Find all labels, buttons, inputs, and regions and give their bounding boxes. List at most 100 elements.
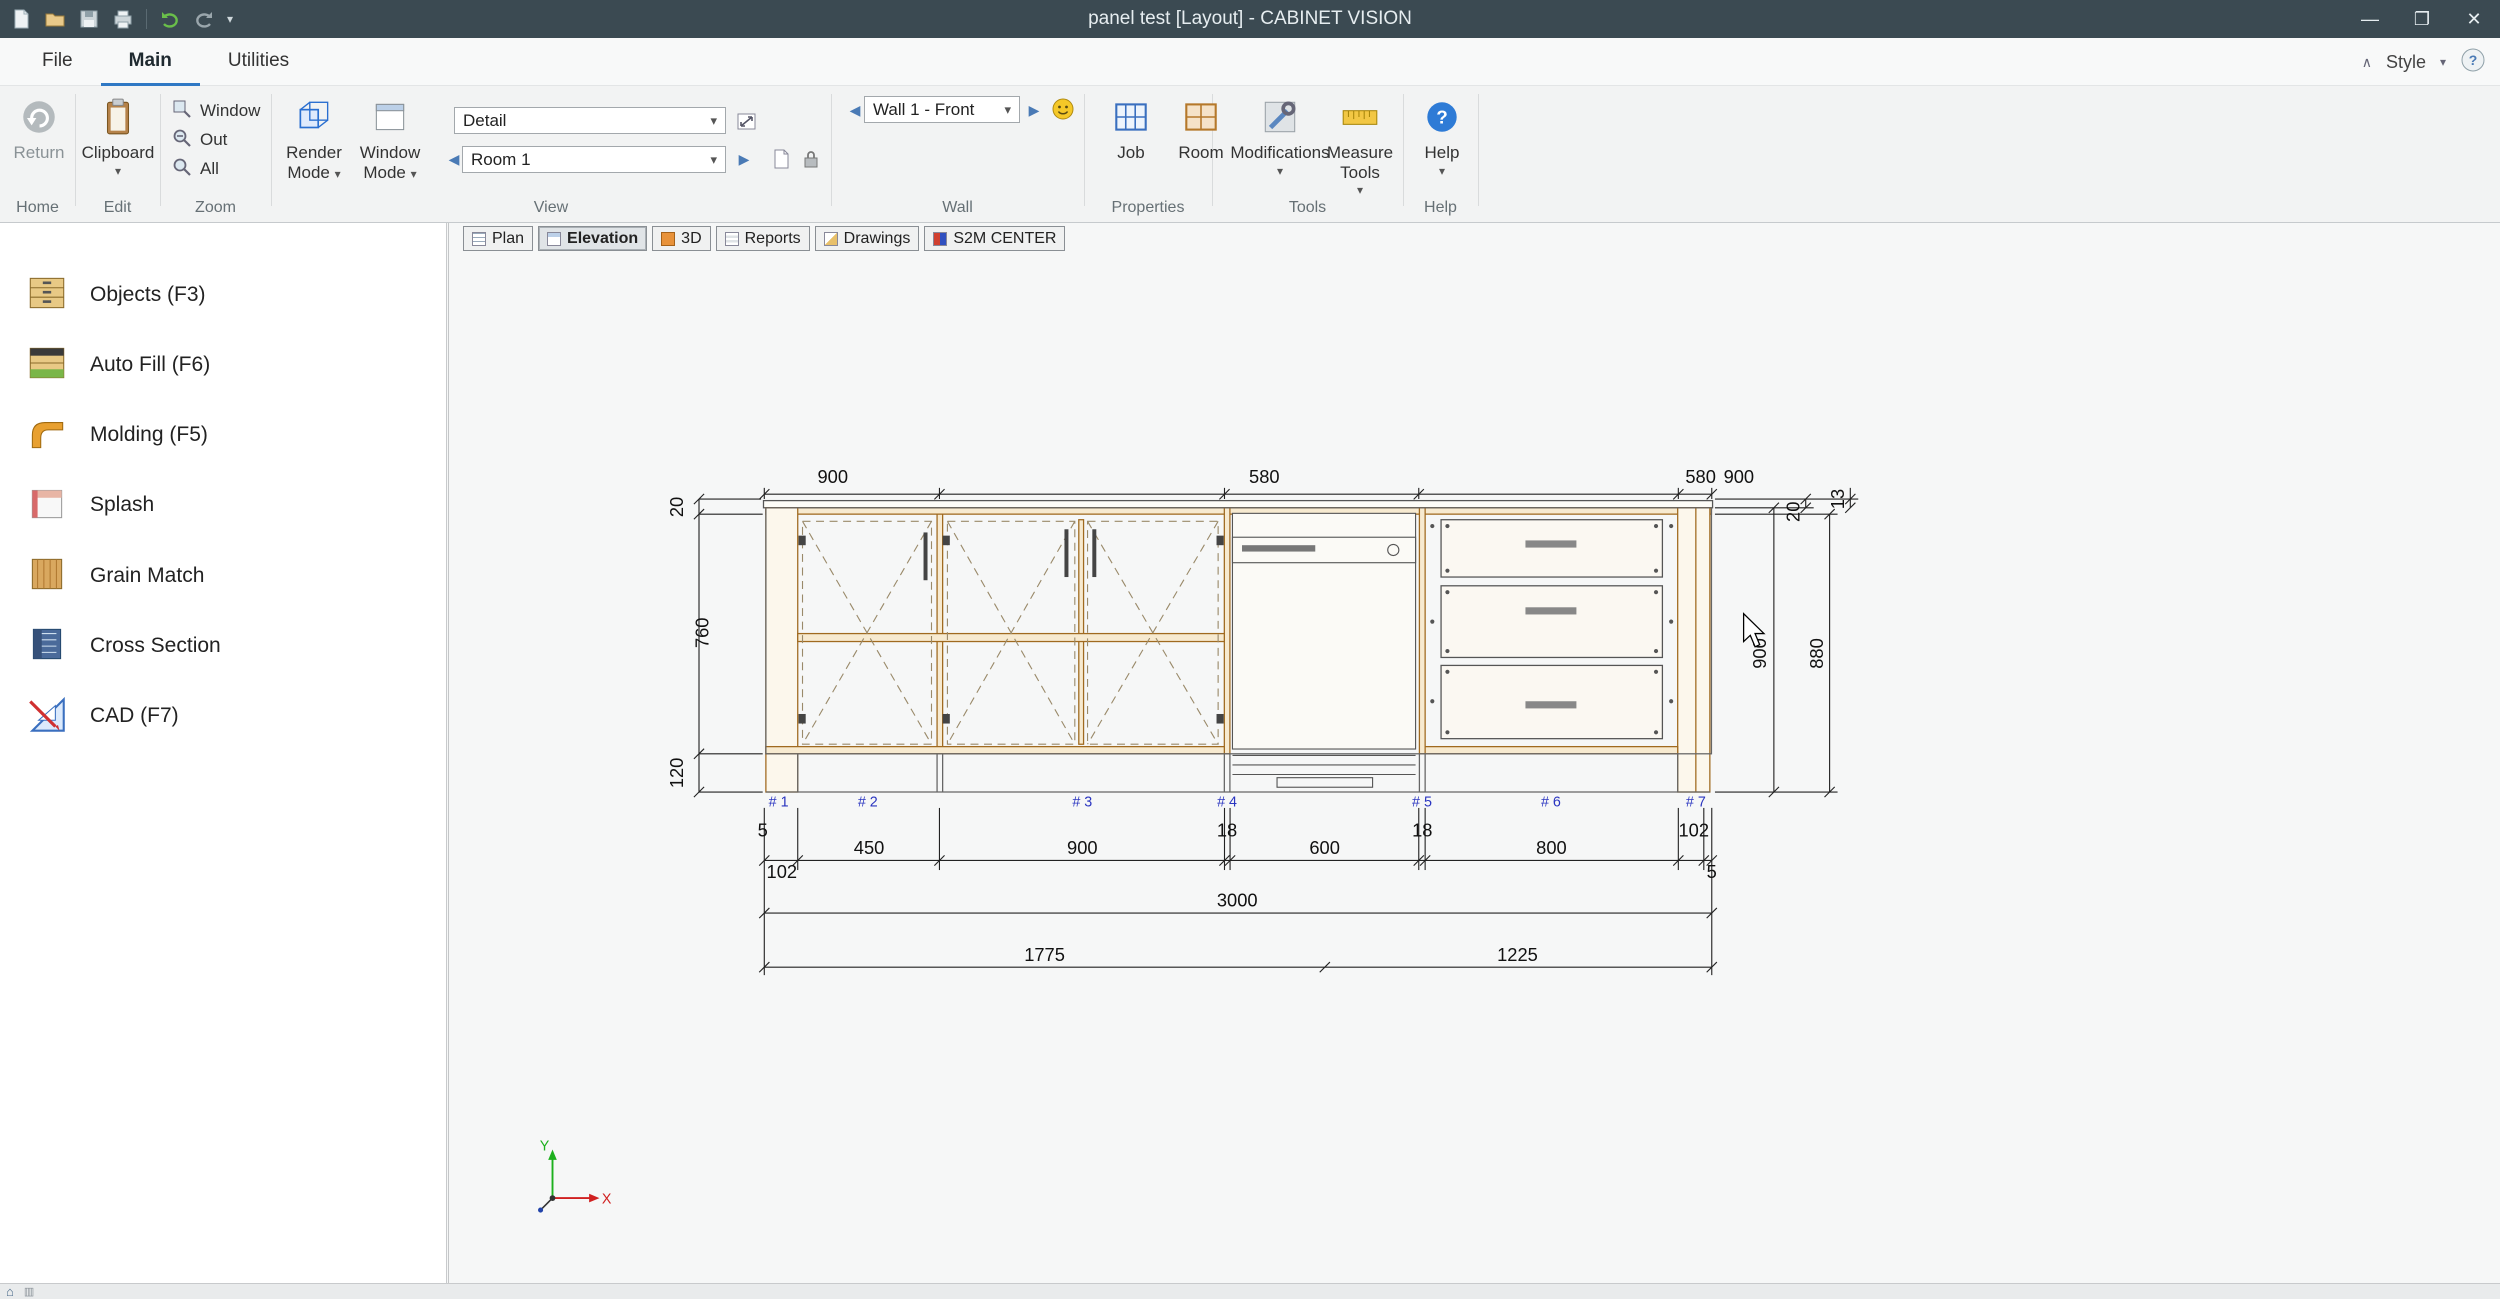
style-label[interactable]: Style <box>2386 52 2426 73</box>
close-button[interactable]: ✕ <box>2448 0 2500 38</box>
wall-select[interactable]: Wall 1 - Front ▾ <box>864 96 1020 123</box>
elevation-drawing[interactable]: 900 580 580 900 20 760 120 900 20 880 13… <box>449 223 2500 1283</box>
view-tab-reports[interactable]: Reports <box>716 226 810 251</box>
view-tab-label: Drawings <box>844 230 911 248</box>
help-button[interactable]: ? Help ▾ <box>1412 94 1472 176</box>
axis-x-label: X <box>602 1192 612 1208</box>
modifications-button[interactable]: Modifications ▾ <box>1228 94 1332 176</box>
render-mode-button[interactable]: Render Mode ▾ <box>278 94 350 182</box>
toolbar-options-icon[interactable]: ▾ <box>227 12 233 26</box>
cabinet-numbers: # 1 # 2 # 3 # 4 # 5 # 6 # 7 <box>769 794 1706 810</box>
view-tab-elevation[interactable]: Elevation <box>538 226 647 251</box>
job-button[interactable]: Job <box>1100 94 1162 163</box>
ribbon-separator <box>160 94 161 206</box>
modifications-label: Modifications <box>1230 143 1329 162</box>
sidebar-item-molding[interactable]: Molding (F5) <box>0 400 446 470</box>
home-icon[interactable]: ⌂ <box>6 1284 14 1299</box>
sidebar-item-cad[interactable]: CAD (F7) <box>0 681 446 751</box>
zoom-all-label: All <box>200 159 219 179</box>
help-circle-icon[interactable]: ? <box>2460 47 2486 78</box>
zoom-window-button[interactable]: Window <box>172 98 260 124</box>
room-select[interactable]: Room 1 ▾ <box>462 146 726 173</box>
modifications-icon <box>1259 94 1301 140</box>
sidebar-item-label: CAD (F7) <box>90 704 179 728</box>
wall-select-value: Wall 1 - Front <box>873 100 998 120</box>
wall-prev-icon[interactable]: ◀ <box>845 99 865 121</box>
zoom-out-button[interactable]: Out <box>172 127 227 153</box>
undo-icon[interactable] <box>159 8 181 30</box>
drawing-canvas[interactable]: 900 580 580 900 20 760 120 900 20 880 13… <box>448 223 2500 1283</box>
sidebar-item-objects[interactable]: Objects (F3) <box>0 260 446 330</box>
grain-match-icon <box>24 551 70 602</box>
view-tab-drawings[interactable]: Drawings <box>815 226 920 251</box>
cab-num-5: # 5 <box>1412 794 1432 810</box>
dim-bot-900: 900 <box>1067 837 1098 858</box>
minimize-button[interactable]: — <box>2344 0 2396 38</box>
window-mode-button[interactable]: Window Mode ▾ <box>352 94 428 182</box>
sidebar-item-splash[interactable]: Splash <box>0 470 446 540</box>
group-label-tools: Tools <box>1212 199 1403 217</box>
dim-bot-5: 5 <box>758 820 768 841</box>
new-file-icon[interactable] <box>10 8 32 30</box>
save-icon[interactable] <box>78 8 100 30</box>
view-tab-s2m-center[interactable]: S2M CENTER <box>924 226 1065 251</box>
countertop <box>763 501 1712 508</box>
dim-bot-102b: 102 <box>767 861 798 882</box>
dishwasher-handle <box>1242 545 1315 551</box>
svg-text:?: ? <box>2469 52 2478 68</box>
layout-grid-icon[interactable]: ▥ <box>24 1285 34 1298</box>
lock-icon[interactable] <box>798 146 824 172</box>
door-hardware <box>799 529 1224 723</box>
room-button[interactable]: Room <box>1168 94 1234 163</box>
open-file-icon[interactable] <box>44 8 66 30</box>
clipboard-icon <box>97 94 139 140</box>
wall-next-icon[interactable]: ▶ <box>1024 99 1044 121</box>
room-prev-icon[interactable]: ◀ <box>444 148 464 170</box>
sidebar-item-cross-section[interactable]: Cross Section <box>0 611 446 681</box>
clipboard-button[interactable]: Clipboard ▾ <box>80 94 156 176</box>
print-icon[interactable] <box>112 8 134 30</box>
fit-view-icon[interactable] <box>734 108 760 134</box>
smiley-icon[interactable] <box>1050 96 1076 122</box>
view-tab-plan[interactable]: Plan <box>463 226 533 251</box>
new-page-icon[interactable] <box>768 146 794 172</box>
reports-tab-icon <box>725 232 739 246</box>
ribbon-separator <box>1084 94 1085 206</box>
dim-left-120: 120 <box>666 758 687 789</box>
chevron-down-icon: ▾ <box>710 152 717 168</box>
sidebar-item-grain-match[interactable]: Grain Match <box>0 541 446 611</box>
maximize-button[interactable]: ❐ <box>2396 0 2448 38</box>
dropdown-arrow-icon: ▾ <box>1439 166 1445 176</box>
group-label-home: Home <box>0 199 75 217</box>
room-next-icon[interactable]: ▶ <box>734 148 754 170</box>
auto-fill-icon <box>24 340 70 391</box>
dim-left-20: 20 <box>666 497 687 517</box>
3d-tab-icon <box>661 232 675 246</box>
detail-select[interactable]: Detail ▾ <box>454 107 726 134</box>
sidebar-item-autofill[interactable]: Auto Fill (F6) <box>0 330 446 400</box>
ribbon-tab-bar: File Main Utilities ∧ Style ▾ ? <box>0 38 2500 86</box>
cab-num-1: # 1 <box>769 794 789 810</box>
tab-main[interactable]: Main <box>101 38 200 86</box>
dim-right-20: 20 <box>1782 502 1803 522</box>
window-mode-icon <box>369 94 411 140</box>
zoom-out-icon <box>172 128 192 153</box>
quick-access-toolbar: ▾ <box>10 0 233 38</box>
measure-tools-button[interactable]: Measure Tools ▾ <box>1318 94 1402 195</box>
room-icon <box>1180 94 1222 140</box>
chevron-down-icon: ▾ <box>710 113 717 129</box>
style-dropdown-icon[interactable]: ▾ <box>2440 55 2446 69</box>
view-tab-label: 3D <box>681 230 701 248</box>
splash-icon <box>24 480 70 531</box>
tab-file[interactable]: File <box>14 38 101 86</box>
view-tab-3d[interactable]: 3D <box>652 226 710 251</box>
dropdown-arrow-icon: ▾ <box>335 167 341 181</box>
collapse-ribbon-icon[interactable]: ∧ <box>2362 54 2372 71</box>
redo-icon[interactable] <box>193 8 215 30</box>
dropdown-arrow-icon: ▾ <box>115 166 121 176</box>
elevation-tab-icon <box>547 232 561 246</box>
zoom-all-button[interactable]: All <box>172 156 219 182</box>
return-button[interactable]: Return <box>8 94 70 163</box>
group-label-help: Help <box>1403 199 1478 217</box>
tab-utilities[interactable]: Utilities <box>200 38 317 86</box>
